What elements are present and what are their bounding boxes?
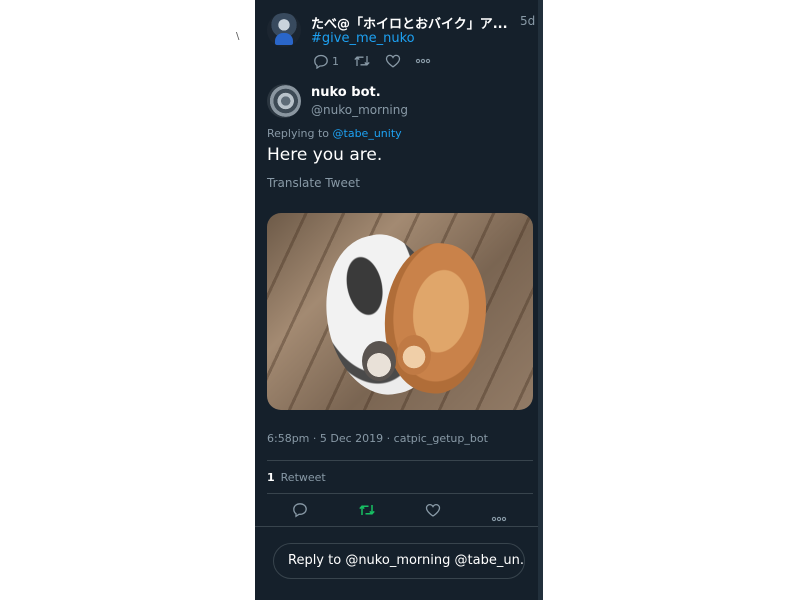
retweet-button[interactable]: [358, 502, 376, 522]
mention-link[interactable]: @tabe_unity: [333, 127, 402, 140]
retweet-action[interactable]: [353, 54, 371, 68]
tweet-text: Here you are.: [267, 145, 383, 165]
author-avatar[interactable]: [267, 84, 301, 118]
parent-author-avatar[interactable]: [267, 13, 301, 47]
reply-input[interactable]: Reply to @nuko_morning @tabe_un...: [273, 543, 525, 579]
reply-icon: [314, 54, 328, 69]
tweet-actions: [255, 502, 543, 522]
heart-icon: [425, 503, 441, 517]
scrollbar-thumb[interactable]: [538, 0, 543, 600]
retweet-icon: [359, 505, 375, 515]
parent-tweet-time[interactable]: 5d: [520, 14, 535, 28]
more-icon: [415, 58, 431, 64]
reply-action[interactable]: 1: [313, 54, 339, 69]
reply-icon: [293, 503, 307, 518]
white-kitten-face: [362, 341, 396, 381]
like-button[interactable]: [425, 502, 441, 522]
reply-count: 1: [332, 54, 339, 68]
orange-kitten-face: [397, 335, 431, 375]
heart-icon: [385, 54, 401, 68]
author-name[interactable]: nuko bot.: [311, 85, 381, 100]
scrollbar[interactable]: [538, 0, 543, 600]
more-action[interactable]: [415, 58, 431, 64]
parent-author-name[interactable]: たべ@「ホイロとおバイク」ア...: [311, 13, 509, 32]
replying-to-label: Replying to: [267, 127, 333, 140]
replying-to: Replying to @tabe_unity: [267, 127, 402, 140]
reply-compose-bar: Reply to @nuko_morning @tabe_un...: [255, 526, 543, 600]
more-button[interactable]: [491, 507, 507, 526]
retweet-stat-label: Retweet: [280, 471, 326, 484]
stray-mark: \: [236, 31, 240, 42]
reply-button[interactable]: [292, 502, 308, 522]
tweet-thread-panel: たべ@「ホイロとおバイク」ア... 5d #give_me_nuko 1 nuk…: [255, 0, 543, 600]
tweet-meta[interactable]: 6:58pm · 5 Dec 2019 · catpic_getup_bot: [267, 432, 488, 445]
divider: [267, 493, 533, 494]
like-action[interactable]: [385, 54, 401, 68]
retweet-stat[interactable]: 1 Retweet: [267, 471, 326, 484]
tweet-image[interactable]: [267, 213, 533, 410]
author-handle[interactable]: @nuko_morning: [311, 103, 408, 117]
parent-tweet-actions: 1: [313, 52, 445, 70]
translate-tweet-link[interactable]: Translate Tweet: [267, 176, 360, 190]
more-icon: [491, 516, 507, 522]
hashtag-link[interactable]: #give_me_nuko: [311, 31, 415, 46]
retweet-icon: [354, 56, 370, 66]
retweet-count: 1: [267, 471, 275, 484]
divider: [267, 460, 533, 461]
